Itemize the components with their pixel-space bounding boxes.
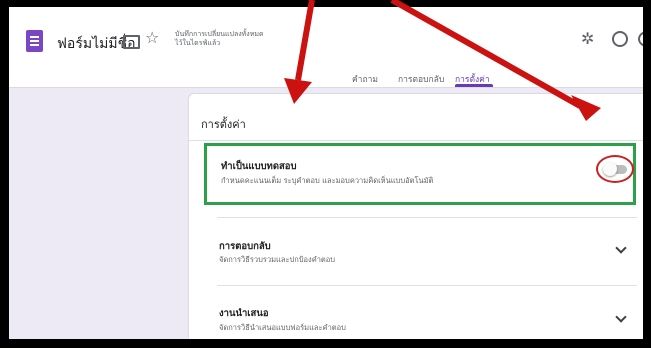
- save-status-line-2: ไว้ในไดรฟ์แล้ว: [175, 39, 221, 47]
- quiz-setting-title: ทำเป็นแบบทดสอบ: [221, 161, 297, 172]
- save-status-line-1: บันทึกการเปลี่ยนแปลงทั้งหมด: [175, 30, 264, 38]
- responses-setting-description: จัดการวิธีรวบรวมและปกป้องคำตอบ: [219, 255, 336, 264]
- preview-eye-icon[interactable]: [638, 31, 643, 47]
- presentation-expand-chevron-icon[interactable]: [615, 311, 627, 323]
- save-status: บันทึกการเปลี่ยนแปลงทั้งหมด ไว้ในไดรฟ์แล…: [175, 30, 264, 48]
- tab-responses[interactable]: การตอบกลับ: [398, 72, 444, 86]
- active-tab-indicator: [455, 84, 493, 87]
- star-icon[interactable]: ☆: [145, 30, 159, 46]
- heading-divider: [189, 140, 643, 141]
- google-forms-icon[interactable]: [26, 30, 43, 52]
- palette-icon[interactable]: [612, 31, 628, 47]
- quiz-toggle[interactable]: [603, 162, 627, 176]
- presentation-setting-description: จัดการวิธีนำเสนอแบบฟอร์มและคำตอบ: [219, 323, 346, 332]
- responses-setting-title[interactable]: การตอบกลับ: [219, 239, 271, 254]
- row-divider: [217, 285, 637, 286]
- responses-expand-chevron-icon[interactable]: [615, 242, 627, 254]
- screen-frame: ฟอร์มไม่มีชื่อ ☆ บันทึกการเปลี่ยนแปลงทั้…: [9, 7, 643, 339]
- addon-puzzle-icon[interactable]: ✲: [581, 31, 594, 47]
- settings-heading: การตั้งค่า: [201, 118, 246, 131]
- quiz-setting-highlight: ทำเป็นแบบทดสอบ กำหนดคะแนนเต็ม ระบุคำตอบ …: [204, 143, 636, 205]
- settings-card: การตั้งค่า ทำเป็นแบบทดสอบ กำหนดคะแนนเต็ม…: [188, 93, 643, 339]
- top-app-bar: ฟอร์มไม่มีชื่อ ☆ บันทึกการเปลี่ยนแปลงทั้…: [9, 7, 643, 88]
- folder-icon[interactable]: [123, 35, 140, 49]
- tab-questions[interactable]: คำถาม: [352, 72, 378, 86]
- presentation-setting-title[interactable]: งานนำเสนอ: [219, 306, 269, 321]
- quiz-setting-description: กำหนดคะแนนเต็ม ระบุคำตอบ และมอบความคิดเห…: [221, 176, 434, 185]
- toggle-knob[interactable]: [603, 162, 617, 176]
- row-divider: [217, 217, 637, 218]
